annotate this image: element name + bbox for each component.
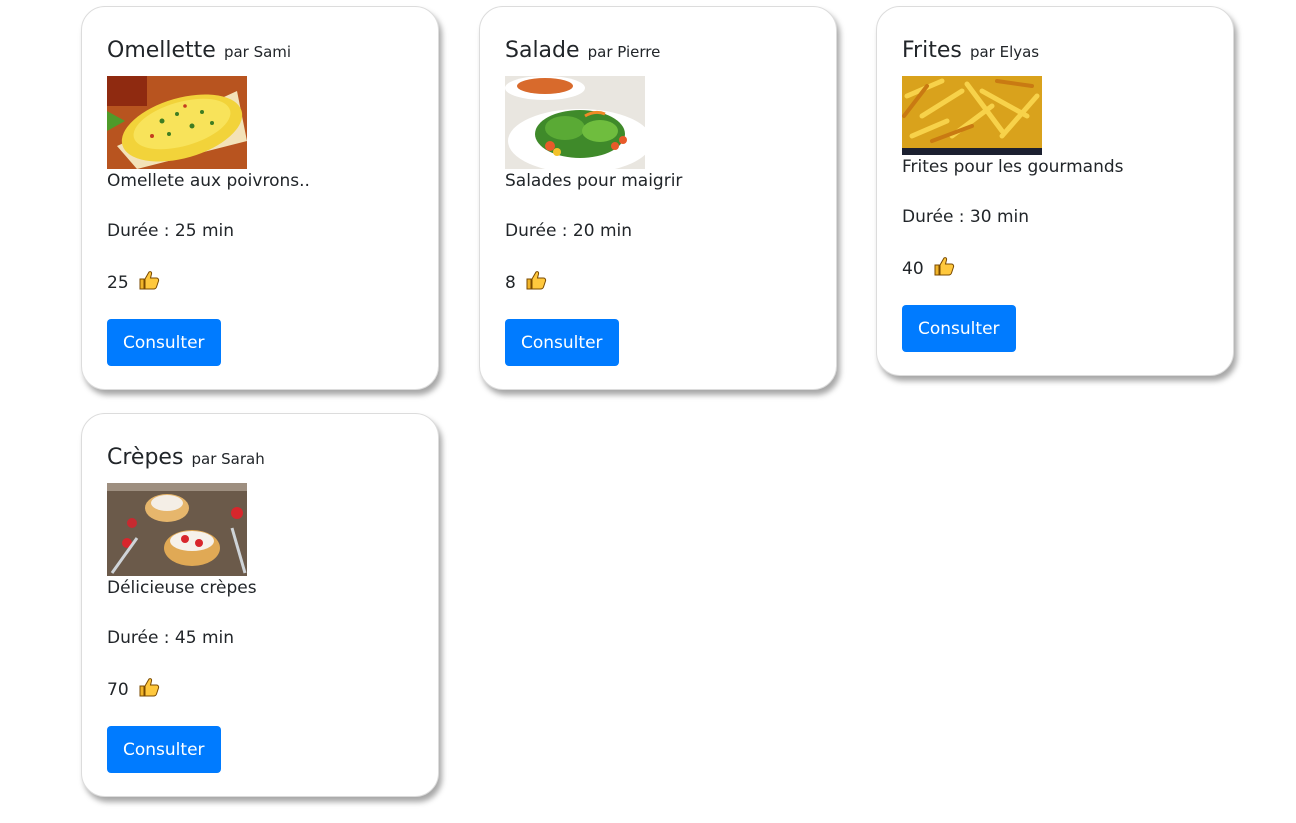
- salad-image: [505, 76, 645, 169]
- recipe-author: par Pierre: [587, 43, 661, 61]
- recipe-description: Omellete aux poivrons..: [107, 171, 310, 191]
- thumbs-up-icon: [138, 269, 160, 299]
- consult-button[interactable]: Consulter: [902, 305, 1016, 352]
- recipe-description: Frites pour les gourmands: [902, 157, 1124, 177]
- recipe-name: Omellette: [107, 38, 216, 63]
- likes-count: 70: [107, 680, 129, 700]
- recipe-author: par Sami: [223, 43, 292, 61]
- omelette-image: [107, 76, 247, 169]
- likes-count: 8: [505, 273, 516, 293]
- recipe-duration: Durée : 25 min: [107, 221, 235, 241]
- recipe-duration: Durée : 30 min: [902, 207, 1030, 227]
- recipe-duration: Durée : 20 min: [505, 221, 633, 241]
- recipe-likes: 40: [902, 255, 1208, 285]
- recipe-title: Frites par Elyas: [902, 31, 1208, 71]
- recipe-author: par Elyas: [969, 43, 1040, 61]
- recipe-likes: 25: [107, 269, 413, 299]
- recipe-title: Crèpes par Sarah: [107, 438, 413, 478]
- thumbs-up-icon: [138, 676, 160, 706]
- recipe-likes: 70: [107, 676, 413, 706]
- consult-button[interactable]: Consulter: [107, 319, 221, 366]
- recipe-name: Salade: [505, 38, 580, 63]
- recipe-likes: 8: [505, 269, 811, 299]
- recipe-card: Salade par Pierre Salades pour maigrir D…: [479, 6, 837, 390]
- consult-button[interactable]: Consulter: [505, 319, 619, 366]
- recipe-author: par Sarah: [191, 450, 265, 468]
- crepes-image: [107, 483, 247, 576]
- thumbs-up-icon: [933, 255, 955, 285]
- fries-image: [902, 76, 1042, 155]
- likes-count: 40: [902, 259, 924, 279]
- recipe-title: Omellette par Sami: [107, 31, 413, 71]
- consult-button[interactable]: Consulter: [107, 726, 221, 773]
- recipe-name: Frites: [902, 38, 962, 63]
- recipe-title: Salade par Pierre: [505, 31, 811, 71]
- recipe-card: Crèpes par Sarah Délicieuse crèpes Durée…: [81, 413, 439, 797]
- recipe-duration: Durée : 45 min: [107, 628, 235, 648]
- recipe-name: Crèpes: [107, 445, 184, 470]
- likes-count: 25: [107, 273, 129, 293]
- recipe-description: Salades pour maigrir: [505, 171, 683, 191]
- recipe-card: Frites par Elyas Frites pour les gourman…: [876, 6, 1234, 376]
- recipe-description: Délicieuse crèpes: [107, 578, 257, 598]
- recipe-card: Omellette par Sami Omellete aux poivrons…: [81, 6, 439, 390]
- thumbs-up-icon: [525, 269, 547, 299]
